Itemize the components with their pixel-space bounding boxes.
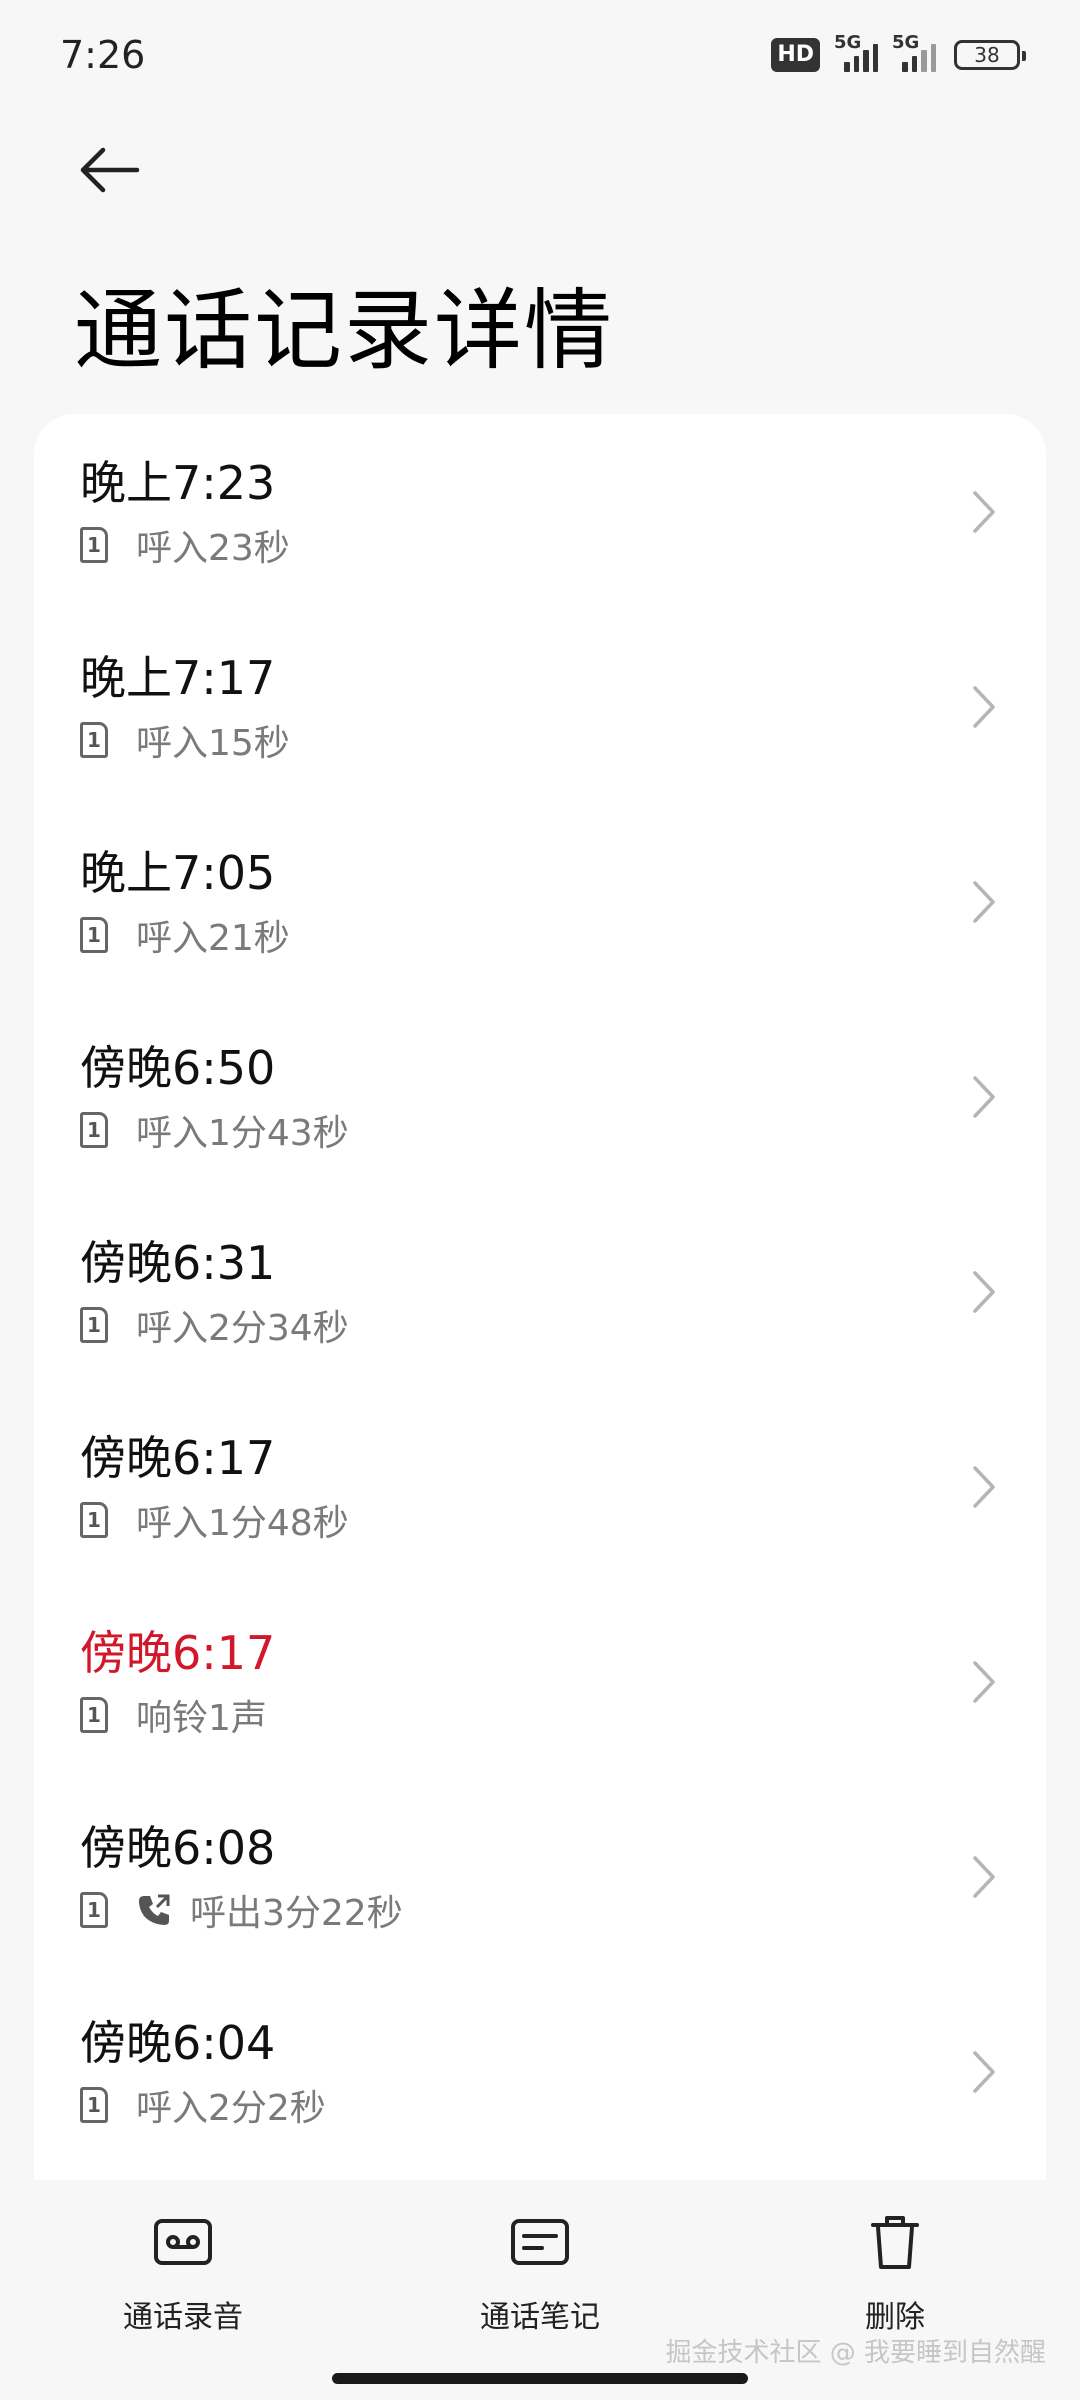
sim-card-icon: 1: [80, 721, 108, 758]
page-title: 通话记录详情: [74, 279, 615, 382]
call-list: 晚上7:23 1 呼入23秒晚上7:17 1 呼入15秒晚上7:05 1 呼入21秒傍晚6:…: [34, 414, 1046, 2180]
home-indicator[interactable]: [332, 2373, 748, 2384]
call-description: 呼入2分2秒: [136, 2087, 326, 2129]
call-log-row[interactable]: 傍晚6:08 1 呼出3分22秒: [34, 1779, 1046, 1974]
call-details: 1 呼入15秒: [80, 714, 1046, 766]
call-time: 晚上7:23: [80, 455, 276, 510]
call-description: 呼入23秒: [136, 527, 290, 569]
call-time: 傍晚6:17: [80, 1625, 276, 1680]
call-details: 1 呼入1分43秒: [80, 1104, 1046, 1156]
call-log-row[interactable]: 晚上7:23 1 呼入23秒: [34, 414, 1046, 609]
call-time: 傍晚6:50: [80, 1040, 276, 1095]
chevron-right-icon: [962, 685, 1006, 729]
watermark: 掘金技术社区 @ 我要睡到自然醒: [665, 2338, 1046, 2368]
call-time: 傍晚6:08: [80, 1820, 276, 1875]
call-recording-label: 通话录音: [123, 2300, 243, 2335]
call-time: 晚上7:17: [80, 650, 276, 705]
back-arrow-icon: [80, 147, 140, 193]
chevron-right-icon: [962, 1465, 1006, 1509]
status-time: 7:26: [60, 33, 146, 77]
delete-button[interactable]: 删除: [795, 2210, 995, 2336]
sim-card-icon: 1: [80, 526, 108, 563]
call-details: 1 呼入2分2秒: [80, 2079, 1046, 2131]
sim-card-icon: 1: [80, 1306, 108, 1343]
notes-icon: [508, 2210, 572, 2274]
call-notes-label: 通话笔记: [480, 2300, 600, 2335]
call-details: 1 呼入23秒: [80, 519, 1046, 571]
battery-level: 38: [974, 43, 1000, 67]
call-log-row[interactable]: 傍晚6:04 1 呼入2分2秒: [34, 1974, 1046, 2169]
call-time: 傍晚6:31: [80, 1235, 276, 1290]
cassette-icon: [151, 2210, 215, 2274]
call-log-row[interactable]: 傍晚6:50 1 呼入1分43秒: [34, 999, 1046, 1194]
chevron-right-icon: [962, 2050, 1006, 2094]
call-time: 傍晚6:17: [80, 1430, 276, 1485]
call-log-row[interactable]: 晚上7:17 1 呼入15秒: [34, 609, 1046, 804]
sim-card-icon: 1: [80, 1111, 108, 1148]
status-bar: 7:26 HD 5G 5G 38: [0, 0, 1080, 110]
sim-card-icon: 1: [80, 1891, 108, 1928]
sim-card-icon: 1: [80, 1696, 108, 1733]
sim-card-icon: 1: [80, 2086, 108, 2123]
call-description: 呼入1分48秒: [136, 1502, 349, 1544]
network-type-label: 5G: [834, 32, 862, 53]
status-icons: HD 5G 5G 38: [771, 32, 1026, 72]
back-button[interactable]: [74, 140, 144, 200]
signal-strength-icon: 5G: [834, 32, 878, 72]
call-log-row[interactable]: 傍晚6:17 1 响铃1声: [34, 1584, 1046, 1779]
signal-strength-icon-2: 5G: [892, 32, 936, 72]
call-details: 1 呼入1分48秒: [80, 1494, 1046, 1546]
battery-icon: 38: [954, 40, 1026, 70]
call-log-row[interactable]: 傍晚6:31 1 呼入2分34秒: [34, 1194, 1046, 1389]
network-type-label-2: 5G: [892, 32, 920, 53]
call-notes-button[interactable]: 通话笔记: [440, 2210, 640, 2336]
call-log-row[interactable]: 傍晚6:17 1 呼入1分48秒: [34, 1389, 1046, 1584]
sim-card-icon: 1: [80, 916, 108, 953]
call-recording-button[interactable]: 通话录音: [83, 2210, 283, 2336]
outgoing-call-icon: [136, 1892, 176, 1928]
call-description: 响铃1声: [136, 1697, 267, 1739]
chevron-right-icon: [962, 490, 1006, 534]
chevron-right-icon: [962, 880, 1006, 924]
call-description: 呼入21秒: [136, 917, 290, 959]
call-time: 傍晚6:04: [80, 2015, 276, 2070]
delete-label: 删除: [865, 2300, 925, 2335]
call-time: 晚上7:05: [80, 845, 276, 900]
chevron-right-icon: [962, 1660, 1006, 1704]
call-description: 呼出3分22秒: [190, 1892, 403, 1934]
call-description: 呼入15秒: [136, 722, 290, 764]
call-details: 1 呼出3分22秒: [80, 1884, 1046, 1936]
call-log-row[interactable]: 晚上7:05 1 呼入21秒: [34, 804, 1046, 999]
chevron-right-icon: [962, 1270, 1006, 1314]
sim-card-icon: 1: [80, 1501, 108, 1538]
call-details: 1 响铃1声: [80, 1689, 1046, 1741]
chevron-right-icon: [962, 1855, 1006, 1899]
trash-icon: [863, 2210, 927, 2274]
call-details: 1 呼入21秒: [80, 909, 1046, 961]
call-description: 呼入1分43秒: [136, 1112, 349, 1154]
call-details: 1 呼入2分34秒: [80, 1299, 1046, 1351]
call-description: 呼入2分34秒: [136, 1307, 349, 1349]
hd-voice-icon: HD: [771, 38, 820, 72]
chevron-right-icon: [962, 1075, 1006, 1119]
